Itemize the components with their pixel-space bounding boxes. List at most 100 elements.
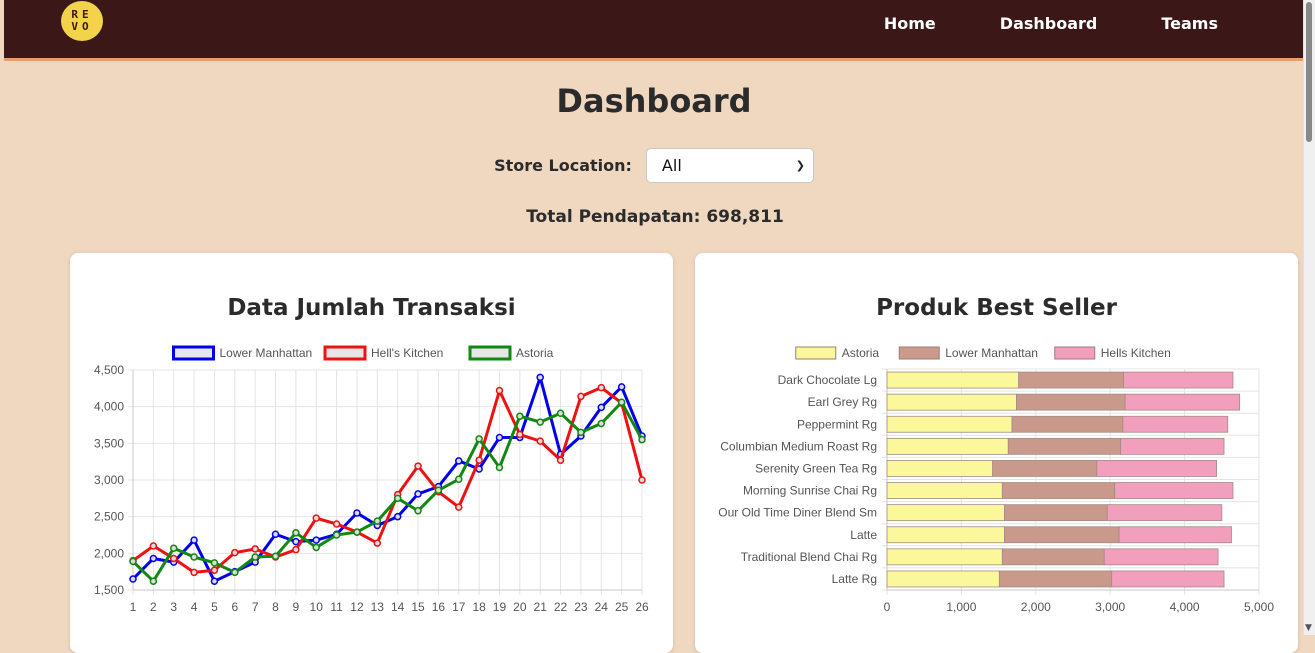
legend-swatch-lower-manhattan [898, 346, 940, 360]
category-label: Serenity Green Tea Rg [755, 461, 877, 475]
x-tick-label: 21 [534, 600, 548, 614]
data-point-astoria [149, 577, 158, 585]
nav-teams-link[interactable]: Teams [1161, 14, 1218, 33]
x-tick-label: 17 [452, 600, 466, 614]
data-point-lower-manhattan [210, 577, 219, 585]
data-point-astoria [556, 409, 565, 418]
x-tick-label: 6 [231, 600, 238, 614]
data-point-lower-manhattan [271, 530, 280, 539]
bar-hells-kitchen [1120, 437, 1225, 455]
x-tick-label: 2,000 [1021, 600, 1051, 614]
x-tick-label: 3 [170, 600, 177, 614]
bar-hells-kitchen [1096, 460, 1217, 477]
bar-astoria [886, 548, 1003, 566]
x-tick-label: 9 [293, 600, 300, 614]
legend-label-lower-manhattan: Lower Manhattan [945, 346, 1038, 360]
x-tick-label: 0 [884, 600, 891, 614]
bar-lower-manhattan [1001, 482, 1116, 499]
store-location-label: Store Location: [494, 156, 632, 175]
data-point-hell-s-kitchen [332, 520, 341, 528]
data-point-hell-s-kitchen [312, 514, 320, 522]
data-point-lower-manhattan [353, 509, 361, 517]
y-tick-label: 2,000 [94, 546, 124, 560]
bar-astoria [886, 393, 1017, 411]
bar-astoria [886, 482, 1003, 499]
bar-lower-manhattan [1007, 437, 1122, 455]
bar-hells-kitchen [1123, 371, 1234, 389]
store-location-select[interactable]: All ❯ [645, 148, 814, 183]
data-point-lower-manhattan [393, 512, 402, 521]
y-tick-label: 4,000 [94, 400, 124, 414]
x-tick-label: 1 [130, 600, 137, 614]
legend-label-hells-kitchen: Hells Kitchen [1101, 346, 1171, 360]
nav-dashboard-link[interactable]: Dashboard [1000, 14, 1098, 33]
bar-lower-manhattan [998, 570, 1113, 588]
bar-astoria [886, 570, 1000, 588]
data-point-astoria [455, 475, 463, 484]
scrollbar-thumb[interactable] [1306, 2, 1312, 142]
bar-hells-kitchen [1118, 526, 1232, 544]
legend-swatch-astoria [795, 346, 837, 360]
x-tick-label: 25 [615, 600, 629, 614]
x-tick-label: 7 [252, 600, 259, 614]
data-point-hell-s-kitchen [149, 542, 158, 550]
bar-lower-manhattan [1004, 526, 1120, 544]
x-tick-label: 19 [493, 600, 507, 614]
data-point-lower-manhattan [414, 490, 422, 498]
data-point-hell-s-kitchen [556, 456, 565, 464]
data-point-lower-manhattan [536, 373, 544, 382]
data-point-hell-s-kitchen [516, 430, 524, 439]
bar-lower-manhattan [992, 460, 1098, 477]
category-label: Columbian Medium Roast Rg [720, 439, 877, 453]
data-point-astoria [495, 463, 504, 472]
nav-home-link[interactable]: Home [884, 14, 936, 33]
data-point-lower-manhattan [129, 575, 137, 583]
legend-swatch-astoria [468, 345, 512, 361]
x-tick-label: 2 [150, 600, 157, 614]
x-tick-label: 26 [635, 600, 649, 614]
bar-hells-kitchen [1106, 504, 1223, 522]
data-point-hell-s-kitchen [373, 539, 382, 547]
transactions-chart-card: Data Jumlah Transaksi 1 2 3 4 5 6 7 8 9 10 11 12 13 1… [70, 253, 673, 653]
legend-label-astoria: Astoria [842, 346, 880, 360]
logo[interactable]: RE VO [61, 1, 103, 41]
data-point-astoria [231, 568, 239, 577]
series-line-lower-manhattan [131, 375, 644, 583]
bar-hells-kitchen [1114, 482, 1234, 499]
data-point-astoria [292, 529, 300, 537]
x-tick-label: 5,000 [1244, 600, 1274, 614]
data-point-lower-manhattan [312, 536, 320, 544]
data-point-astoria [312, 543, 320, 552]
data-point-astoria [414, 507, 422, 515]
data-point-astoria [129, 557, 137, 566]
legend-swatch-hells-kitchen [1054, 346, 1096, 360]
scroll-down-arrow-icon[interactable]: ▼ [1305, 623, 1312, 633]
y-tick-label: 3,500 [94, 436, 124, 450]
data-point-astoria [577, 428, 585, 437]
bar-astoria [886, 437, 1009, 455]
logo-row-bottom: VO [71, 20, 93, 33]
data-point-hell-s-kitchen [169, 554, 178, 563]
data-point-astoria [271, 552, 280, 561]
best-seller-bar-chart: 0 1,000 2,000 3,000 4,000 5,000 Dark Chocolate… [718, 346, 1274, 614]
category-label: Latte [850, 528, 877, 542]
transactions-line-chart: 1 2 3 4 5 6 7 8 9 10 11 12 13 14 15 16 17 18 19 20 21 22 23 24 2… [94, 345, 649, 614]
data-point-hell-s-kitchen [455, 503, 463, 511]
data-point-astoria [210, 559, 219, 567]
x-tick-label: 3,000 [1095, 600, 1125, 614]
data-point-astoria [190, 553, 198, 561]
data-point-hell-s-kitchen [210, 566, 219, 574]
data-point-astoria [516, 412, 524, 420]
nav-links: Home Dashboard Teams [820, 14, 1218, 33]
bar-astoria [886, 371, 1020, 389]
series-line-astoria [131, 400, 644, 583]
data-point-hell-s-kitchen [251, 545, 259, 553]
data-point-lower-manhattan [495, 433, 504, 442]
legend-swatch-lower-manhattan [172, 345, 215, 361]
bar-lower-manhattan [1001, 548, 1105, 566]
data-point-astoria [475, 435, 483, 443]
x-tick-label: 4 [191, 600, 198, 614]
category-label: Traditional Blend Chai Rg [741, 550, 877, 564]
x-tick-label: 15 [411, 600, 425, 614]
legend-swatch-hell-s-kitchen [323, 345, 367, 361]
